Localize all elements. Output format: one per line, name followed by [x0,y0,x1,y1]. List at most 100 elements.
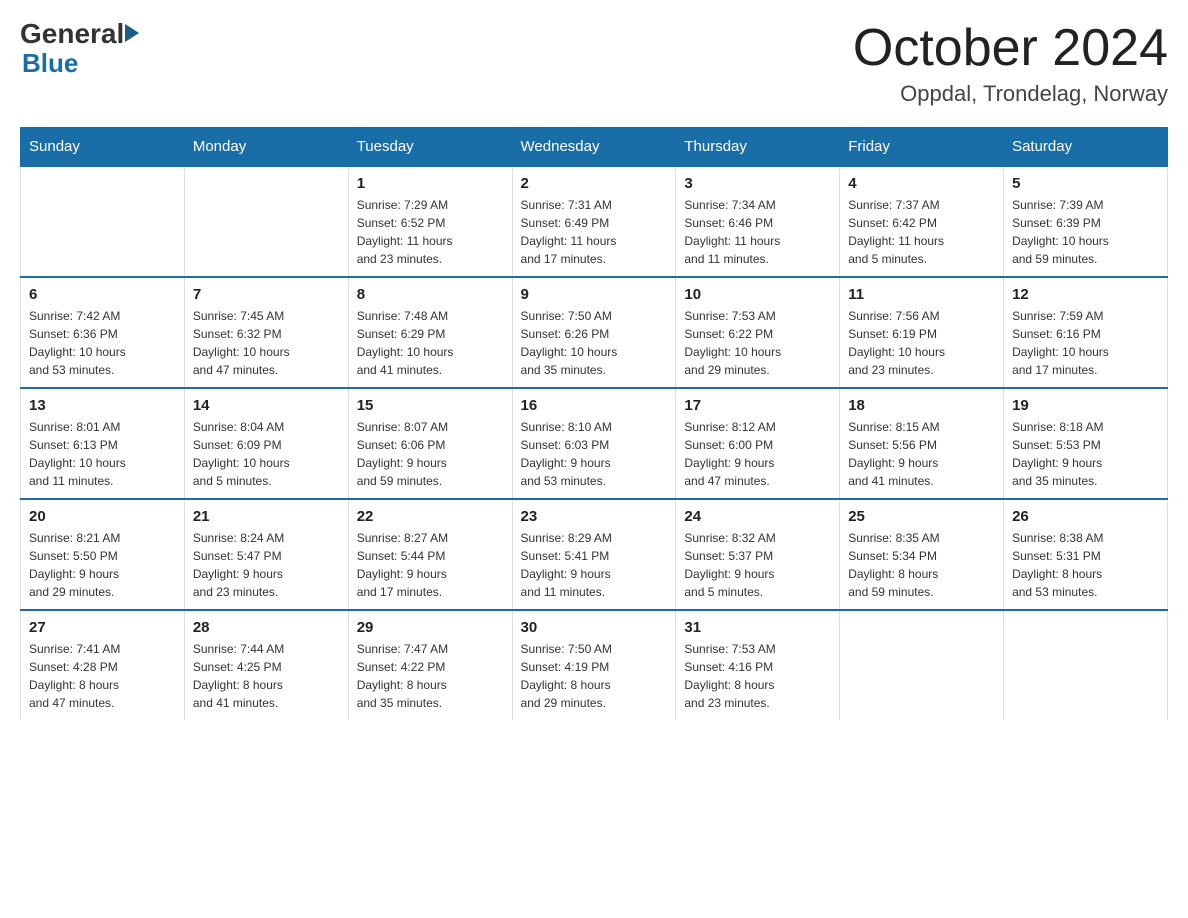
day-number: 13 [29,397,176,414]
day-number: 4 [848,175,995,192]
calendar-cell: 16 Sunrise: 8:10 AM Sunset: 6:03 PM Dayli… [512,388,676,499]
day-info: Sunrise: 7:45 AM Sunset: 6:32 PM Dayligh… [193,307,340,379]
day-info: Sunrise: 8:21 AM Sunset: 5:50 PM Dayligh… [29,529,176,601]
logo-row1: General [20,20,140,48]
day-info: Sunrise: 7:50 AM Sunset: 6:26 PM Dayligh… [521,307,668,379]
logo: General Blue [20,20,140,79]
day-number: 24 [684,508,831,525]
column-header-saturday: Saturday [1004,128,1168,167]
day-number: 15 [357,397,504,414]
calendar-cell: 4Sunrise: 7:37 AM Sunset: 6:42 PM Daylig… [840,166,1004,277]
calendar-cell: 31 Sunrise: 7:53 AM Sunset: 4:16 PM Dayli… [676,610,840,720]
day-info: Sunrise: 7:53 AM Sunset: 4:16 PM Dayligh… [684,640,831,712]
calendar-cell: 28 Sunrise: 7:44 AM Sunset: 4:25 PM Dayli… [184,610,348,720]
logo-general-text: General [20,20,124,48]
column-header-tuesday: Tuesday [348,128,512,167]
day-info: Sunrise: 8:35 AM Sunset: 5:34 PM Dayligh… [848,529,995,601]
calendar-cell: 13Sunrise: 8:01 AM Sunset: 6:13 PM Dayli… [21,388,185,499]
calendar-cell: 10 Sunrise: 7:53 AM Sunset: 6:22 PM Dayli… [676,277,840,388]
calendar-body: 1 Sunrise: 7:29 AM Sunset: 6:52 PM Daylig… [21,166,1168,720]
calendar-cell: 19Sunrise: 8:18 AM Sunset: 5:53 PM Dayli… [1004,388,1168,499]
day-info: Sunrise: 8:10 AM Sunset: 6:03 PM Dayligh… [521,418,668,490]
day-number: 28 [193,619,340,636]
column-header-sunday: Sunday [21,128,185,167]
day-number: 10 [684,286,831,303]
day-number: 22 [357,508,504,525]
day-info: Sunrise: 7:59 AM Sunset: 6:16 PM Dayligh… [1012,307,1159,379]
calendar-cell: 18 Sunrise: 8:15 AM Sunset: 5:56 PM Dayli… [840,388,1004,499]
calendar-cell: 25 Sunrise: 8:35 AM Sunset: 5:34 PM Dayli… [840,499,1004,610]
calendar-cell: 3 Sunrise: 7:34 AM Sunset: 6:46 PM Daylig… [676,166,840,277]
calendar-cell: 23 Sunrise: 8:29 AM Sunset: 5:41 PM Dayli… [512,499,676,610]
title-block: October 2024 Oppdal, Trondelag, Norway [853,20,1168,107]
day-number: 3 [684,175,831,192]
month-title: October 2024 [853,20,1168,77]
calendar-cell: 14Sunrise: 8:04 AM Sunset: 6:09 PM Dayli… [184,388,348,499]
calendar-cell: 1 Sunrise: 7:29 AM Sunset: 6:52 PM Daylig… [348,166,512,277]
calendar-cell: 6Sunrise: 7:42 AM Sunset: 6:36 PM Daylig… [21,277,185,388]
day-number: 21 [193,508,340,525]
calendar-cell [184,166,348,277]
day-number: 29 [357,619,504,636]
week-row-2: 6Sunrise: 7:42 AM Sunset: 6:36 PM Daylig… [21,277,1168,388]
week-row-1: 1 Sunrise: 7:29 AM Sunset: 6:52 PM Daylig… [21,166,1168,277]
day-number: 17 [684,397,831,414]
calendar-cell: 2Sunrise: 7:31 AM Sunset: 6:49 PM Daylig… [512,166,676,277]
week-row-3: 13Sunrise: 8:01 AM Sunset: 6:13 PM Dayli… [21,388,1168,499]
calendar-cell: 27 Sunrise: 7:41 AM Sunset: 4:28 PM Dayli… [21,610,185,720]
day-number: 6 [29,286,176,303]
day-info: Sunrise: 8:04 AM Sunset: 6:09 PM Dayligh… [193,418,340,490]
calendar-cell: 29 Sunrise: 7:47 AM Sunset: 4:22 PM Dayli… [348,610,512,720]
day-info: Sunrise: 7:39 AM Sunset: 6:39 PM Dayligh… [1012,196,1159,268]
day-number: 25 [848,508,995,525]
day-number: 23 [521,508,668,525]
page-header: General Blue October 2024 Oppdal, Tronde… [20,20,1168,107]
calendar-header: SundayMondayTuesdayWednesdayThursdayFrid… [21,128,1168,167]
calendar-cell [840,610,1004,720]
day-info: Sunrise: 8:15 AM Sunset: 5:56 PM Dayligh… [848,418,995,490]
calendar-cell: 11 Sunrise: 7:56 AM Sunset: 6:19 PM Dayli… [840,277,1004,388]
day-number: 19 [1012,397,1159,414]
day-info: Sunrise: 7:34 AM Sunset: 6:46 PM Dayligh… [684,196,831,268]
day-number: 7 [193,286,340,303]
day-info: Sunrise: 8:32 AM Sunset: 5:37 PM Dayligh… [684,529,831,601]
week-row-5: 27 Sunrise: 7:41 AM Sunset: 4:28 PM Dayli… [21,610,1168,720]
day-number: 11 [848,286,995,303]
day-info: Sunrise: 7:44 AM Sunset: 4:25 PM Dayligh… [193,640,340,712]
calendar-cell: 7 Sunrise: 7:45 AM Sunset: 6:32 PM Daylig… [184,277,348,388]
day-number: 31 [684,619,831,636]
week-row-4: 20Sunrise: 8:21 AM Sunset: 5:50 PM Dayli… [21,499,1168,610]
logo-blue-text: Blue [22,48,78,79]
calendar-cell: 15 Sunrise: 8:07 AM Sunset: 6:06 PM Dayli… [348,388,512,499]
calendar-cell: 26 Sunrise: 8:38 AM Sunset: 5:31 PM Dayli… [1004,499,1168,610]
day-info: Sunrise: 8:27 AM Sunset: 5:44 PM Dayligh… [357,529,504,601]
calendar-cell: 20Sunrise: 8:21 AM Sunset: 5:50 PM Dayli… [21,499,185,610]
day-info: Sunrise: 8:07 AM Sunset: 6:06 PM Dayligh… [357,418,504,490]
day-number: 18 [848,397,995,414]
day-number: 16 [521,397,668,414]
day-info: Sunrise: 7:47 AM Sunset: 4:22 PM Dayligh… [357,640,504,712]
day-number: 27 [29,619,176,636]
day-number: 9 [521,286,668,303]
day-number: 1 [357,175,504,192]
calendar-cell: 22 Sunrise: 8:27 AM Sunset: 5:44 PM Dayli… [348,499,512,610]
day-info: Sunrise: 7:29 AM Sunset: 6:52 PM Dayligh… [357,196,504,268]
day-number: 12 [1012,286,1159,303]
day-info: Sunrise: 7:50 AM Sunset: 4:19 PM Dayligh… [521,640,668,712]
day-info: Sunrise: 7:56 AM Sunset: 6:19 PM Dayligh… [848,307,995,379]
day-number: 5 [1012,175,1159,192]
day-info: Sunrise: 8:29 AM Sunset: 5:41 PM Dayligh… [521,529,668,601]
day-info: Sunrise: 8:12 AM Sunset: 6:00 PM Dayligh… [684,418,831,490]
column-header-friday: Friday [840,128,1004,167]
logo-triangle-icon [125,24,139,42]
calendar-cell [21,166,185,277]
day-info: Sunrise: 7:53 AM Sunset: 6:22 PM Dayligh… [684,307,831,379]
column-header-monday: Monday [184,128,348,167]
day-info: Sunrise: 7:48 AM Sunset: 6:29 PM Dayligh… [357,307,504,379]
day-info: Sunrise: 8:38 AM Sunset: 5:31 PM Dayligh… [1012,529,1159,601]
calendar-cell: 21Sunrise: 8:24 AM Sunset: 5:47 PM Dayli… [184,499,348,610]
day-info: Sunrise: 7:31 AM Sunset: 6:49 PM Dayligh… [521,196,668,268]
day-info: Sunrise: 7:41 AM Sunset: 4:28 PM Dayligh… [29,640,176,712]
calendar-cell: 9 Sunrise: 7:50 AM Sunset: 6:26 PM Daylig… [512,277,676,388]
day-number: 26 [1012,508,1159,525]
